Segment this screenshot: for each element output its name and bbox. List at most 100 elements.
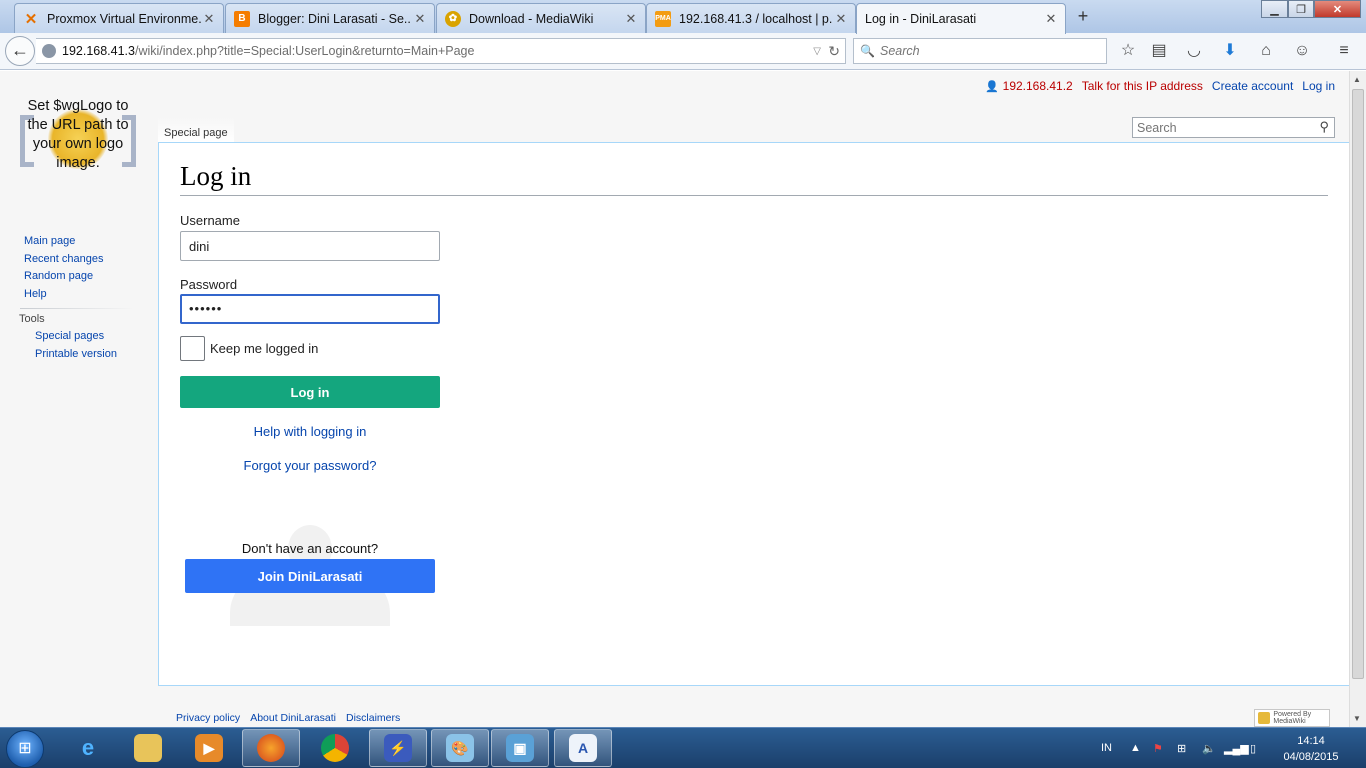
download-icon[interactable]: ⬇ [1219,41,1241,63]
proxmox-icon: ✕ [24,10,38,28]
mediawiki-icon: ✿ [445,10,461,27]
sidebar-item-special-pages[interactable]: Special pages [24,328,134,346]
taskbar-firefox[interactable] [242,729,300,767]
action-center-icon[interactable]: ⚑ [1153,728,1163,768]
tab-proxmox[interactable]: ✕ Proxmox Virtual Environme... ✕ [14,3,224,33]
tab-label: Log in - DiniLarasati [865,12,977,26]
close-icon[interactable]: ✕ [1043,11,1059,27]
vertical-scrollbar[interactable]: ▲ ▼ [1349,71,1366,727]
scrollbar-thumb[interactable] [1352,89,1364,679]
sidebar-item-help[interactable]: Help [24,286,134,304]
firefox-icon [257,734,285,762]
tab-special-page[interactable]: Special page [158,117,234,142]
keep-logged-in-label[interactable]: Keep me logged in [210,341,318,356]
bookmark-star-icon[interactable]: ☆ [1117,41,1139,63]
sidebar-item-random-page[interactable]: Random page [24,268,134,286]
sidebar: Main page Recent changes Random page Hel… [19,233,134,364]
password-field[interactable]: •••••• [180,294,440,324]
sidebar-item-main-page[interactable]: Main page [24,233,134,251]
tab-phpmyadmin[interactable]: PMA 192.168.41.3 / localhost | p... ✕ [646,3,856,33]
network-icon[interactable]: ▂▄▆ [1224,728,1249,768]
username-field[interactable] [180,231,440,261]
keep-logged-in-checkbox[interactable] [180,336,205,361]
sidebar-item-printable-version[interactable]: Printable version [24,346,134,364]
login-button[interactable]: Log in [180,376,440,408]
close-icon[interactable]: ✕ [623,11,639,27]
taskbar-photo-viewer[interactable]: ▣ [491,729,549,767]
show-hidden-icons-icon[interactable]: ▲ [1130,728,1141,768]
taskbar-media-player[interactable]: ▶ [180,729,238,767]
user-icon: 👤 [984,80,999,93]
username-label: Username [180,213,240,228]
dropdown-arrow-icon[interactable]: ▽ [813,46,821,57]
new-tab-icon[interactable]: + [1072,6,1094,28]
reading-list-icon[interactable]: ▤ [1148,41,1170,63]
language-indicator[interactable]: IN [1101,728,1112,768]
tab-mediawiki-download[interactable]: ✿ Download - MediaWiki ✕ [436,3,646,33]
browser-search-input[interactable] [880,44,1100,58]
title-divider [180,195,1328,196]
globe-icon [42,44,56,58]
reload-icon[interactable]: ↻ [828,43,840,60]
close-icon[interactable]: ✕ [412,11,428,27]
privacy-policy-link[interactable]: Privacy policy [176,712,240,724]
logo-text: Set $wgLogo to the URL path to your own … [27,98,129,171]
close-icon[interactable]: ✕ [833,11,849,27]
search-icon[interactable]: ⚲ [1319,119,1329,135]
maximize-icon[interactable]: ❐ [1288,0,1314,18]
menu-icon[interactable]: ≡ [1333,41,1355,63]
mediawiki-icon [1258,712,1271,724]
forgot-password-link[interactable]: Forgot your password? [180,458,440,473]
scroll-down-icon[interactable]: ▼ [1353,714,1361,723]
taskbar-putty[interactable]: ⚡ [369,729,427,767]
close-icon[interactable]: ✕ [201,11,217,27]
browser-search-box[interactable]: 🔍 [853,38,1107,64]
battery-icon[interactable]: ▯ [1250,728,1256,768]
chrome-icon [321,734,349,762]
back-arrow-icon[interactable]: ← [5,36,35,66]
start-button[interactable]: ⊞ [6,730,44,768]
search-engine-icon: 🔍 [860,44,875,58]
window-close-icon[interactable]: ✕ [1314,0,1361,18]
browser-navbar: ← 192.168.41.3/wiki/index.php?title=Spec… [0,33,1366,70]
about-link[interactable]: About DiniLarasati [250,712,336,724]
ip-address-link[interactable]: 192.168.41.2 [1003,79,1073,93]
taskbar-chrome[interactable] [306,729,364,767]
windows-flag-icon[interactable]: ⊞ [1177,728,1186,768]
tools-heading: Tools [19,313,45,325]
join-button[interactable]: Join DiniLarasati [185,559,435,593]
taskbar-clock[interactable]: 14:14 04/08/2015 [1278,733,1344,765]
minimize-icon[interactable]: ▁ [1261,0,1288,18]
taskbar-paint[interactable]: 🎨 [431,729,489,767]
taskbar-explorer[interactable] [119,729,177,767]
hello-chat-icon[interactable]: ☺ [1291,41,1313,63]
browser-tab-strip: ✕ Proxmox Virtual Environme... ✕ B Blogg… [0,0,1366,34]
wiki-logo[interactable]: Set $wgLogo to the URL path to your own … [20,97,136,191]
disclaimers-link[interactable]: Disclaimers [346,712,400,724]
volume-icon[interactable]: 🔈 [1202,728,1216,768]
wiki-search-box[interactable]: ⚲ [1132,117,1335,138]
tab-blogger[interactable]: B Blogger: Dini Larasati - Se... ✕ [225,3,435,33]
wiki-page: Set $wgLogo to the URL path to your own … [0,71,1349,727]
pocket-icon[interactable]: ◡ [1183,41,1205,63]
tab-label: 192.168.41.3 / localhost | p... [679,11,833,26]
tab-label: Blogger: Dini Larasati - Se... [258,11,412,26]
create-account-link[interactable]: Create account [1212,79,1293,93]
paint-icon: 🎨 [446,734,474,762]
login-link[interactable]: Log in [1302,79,1335,93]
taskbar-ie[interactable]: e [59,729,117,767]
talk-link[interactable]: Talk for this IP address [1082,79,1203,93]
windows-taskbar: ⊞ e ▶ ⚡ 🎨 ▣ A IN ▲ ⚑ ⊞ 🔈 ▂▄▆ ▯ 14:14 04/… [0,727,1366,768]
putty-icon: ⚡ [384,734,412,762]
help-logging-in-link[interactable]: Help with logging in [180,424,440,439]
sidebar-item-recent-changes[interactable]: Recent changes [24,251,134,269]
taskbar-wordpad[interactable]: A [554,729,612,767]
powered-by-mediawiki-badge[interactable]: Powered By MediaWiki [1254,709,1330,727]
tab-label: Download - MediaWiki [469,11,594,26]
wiki-search-input[interactable] [1133,120,1308,135]
scroll-up-icon[interactable]: ▲ [1353,75,1361,84]
photo-viewer-icon: ▣ [506,734,534,762]
home-icon[interactable]: ⌂ [1255,41,1277,63]
tab-login[interactable]: Log in - DiniLarasati ✕ [856,3,1066,34]
url-bar[interactable]: 192.168.41.3/wiki/index.php?title=Specia… [36,38,846,64]
